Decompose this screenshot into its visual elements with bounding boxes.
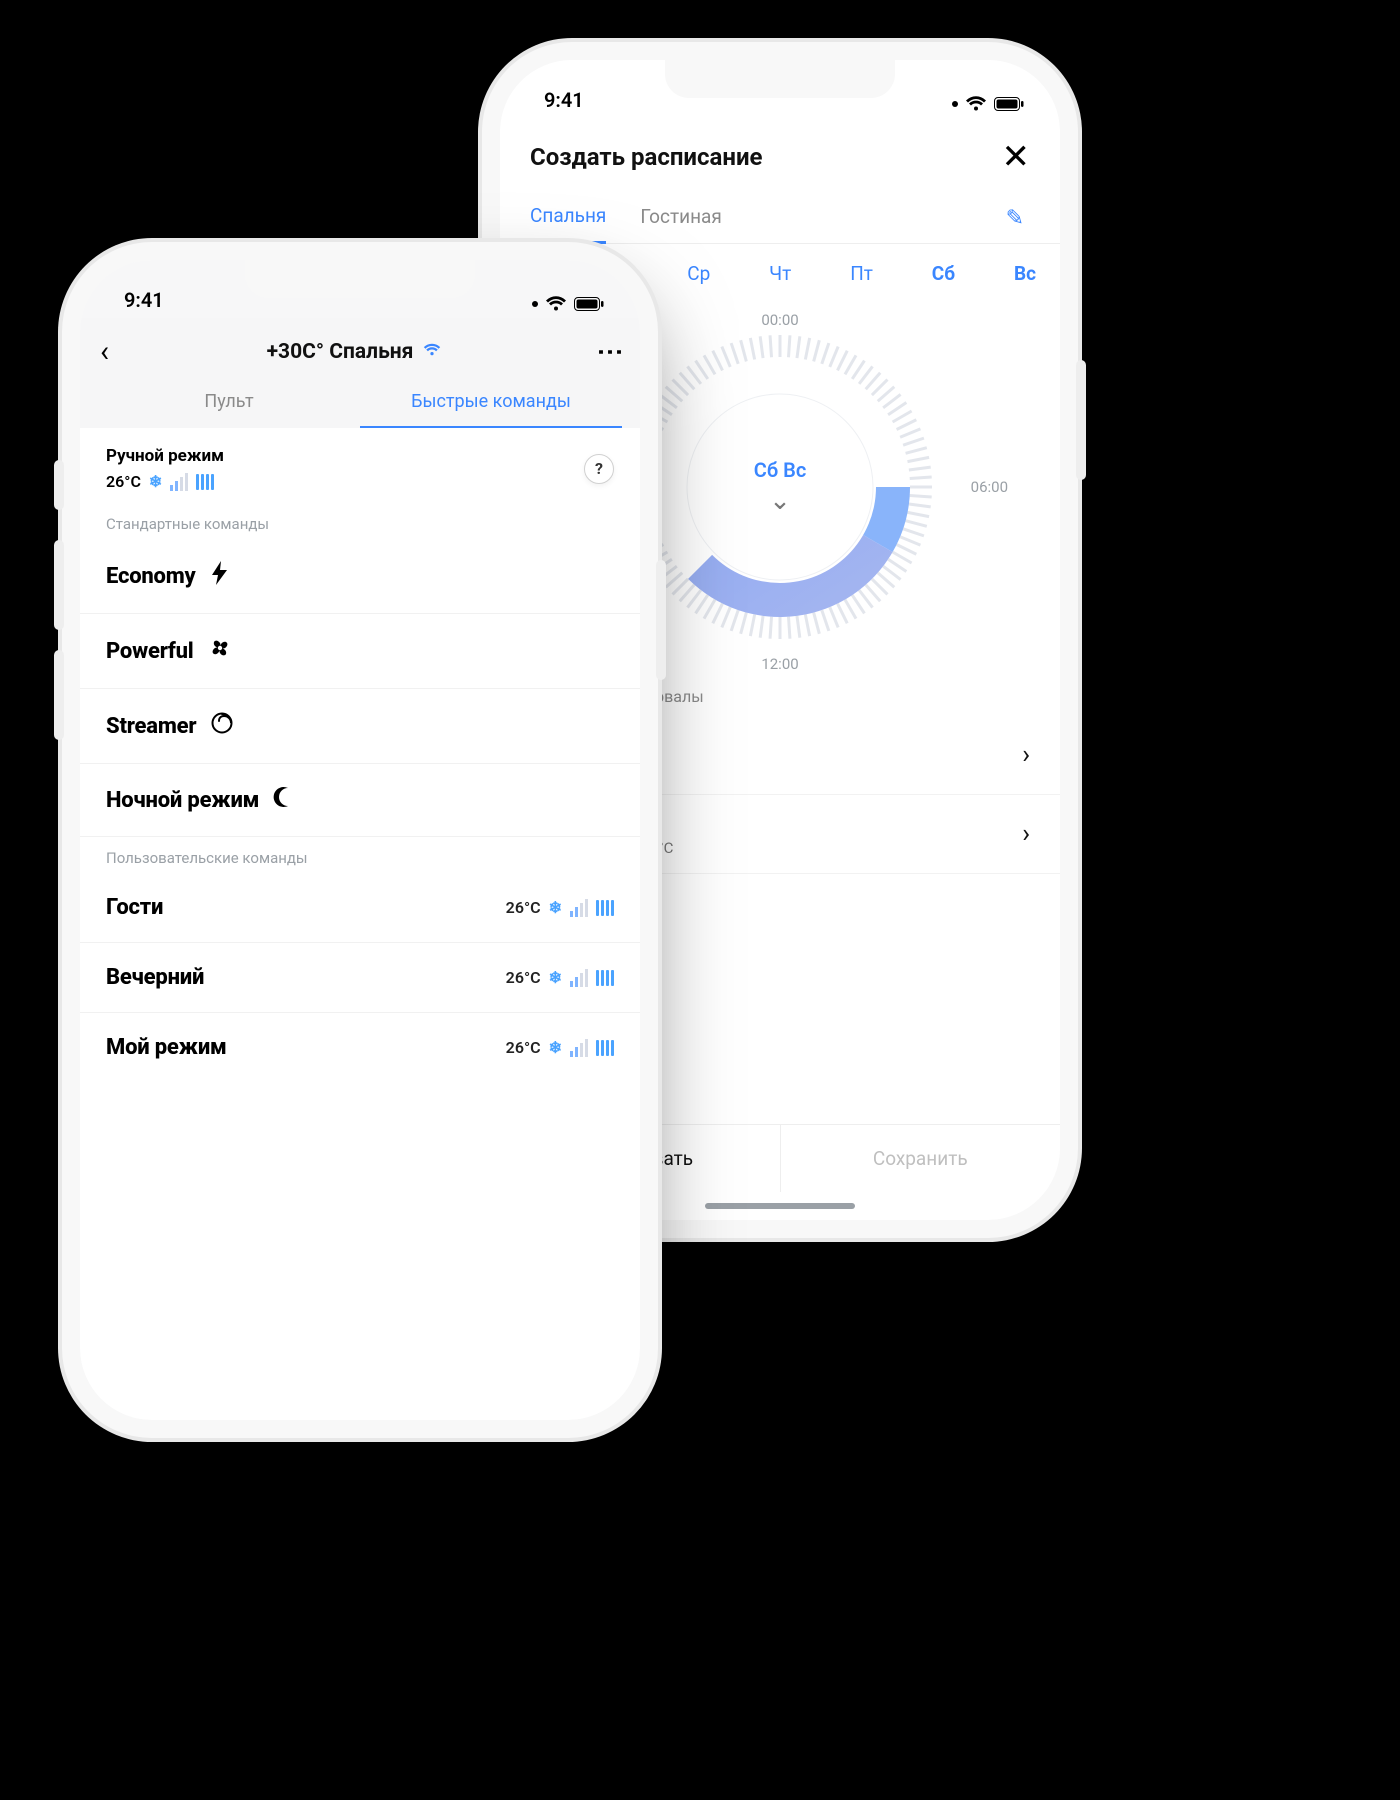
- wifi-icon: [965, 96, 987, 112]
- page-title: Создать расписание: [530, 143, 763, 171]
- fan-speed-icon: [570, 969, 588, 987]
- tab-bedroom[interactable]: Спальня: [530, 194, 606, 244]
- snowflake-icon: ❄: [549, 1038, 562, 1057]
- louver-icon: [596, 970, 614, 986]
- status-icons: [952, 96, 1024, 112]
- status-icons: [532, 296, 604, 312]
- cmd-myprofile[interactable]: Мой режим 26°C ❄: [80, 1013, 640, 1082]
- wifi-small-icon: [423, 341, 441, 362]
- tab-quick-commands[interactable]: Быстрые команды: [360, 379, 622, 428]
- cmd-guests[interactable]: Гости 26°C ❄: [80, 873, 640, 943]
- cmd-economy[interactable]: Economy: [80, 539, 640, 614]
- bolt-icon: [210, 561, 230, 591]
- day-wed[interactable]: Ср: [687, 262, 710, 285]
- edit-icon[interactable]: ✎: [1000, 200, 1030, 237]
- mode-tabs: Пульт Быстрые команды: [98, 379, 622, 428]
- battery-icon: [574, 297, 604, 311]
- chevron-down-icon: ⌄: [754, 486, 807, 516]
- chevron-right-icon: ›: [1022, 819, 1030, 849]
- snowflake-icon: ❄: [149, 472, 162, 491]
- manual-mode-title: Ручной режим: [106, 446, 224, 466]
- louver-icon: [196, 474, 214, 490]
- more-icon[interactable]: ⋮: [599, 339, 620, 365]
- tab-livingroom[interactable]: Гостиная: [640, 195, 721, 242]
- cmd-streamer[interactable]: Streamer: [80, 689, 640, 764]
- cmd-powerful[interactable]: Powerful: [80, 614, 640, 689]
- wifi-icon: [545, 296, 567, 312]
- dial-label-right: 06:00: [971, 478, 1008, 496]
- section-standard: Стандартные команды: [80, 503, 640, 539]
- snowflake-icon: ❄: [549, 968, 562, 987]
- fan-icon: [208, 636, 232, 666]
- swirl-icon: [210, 711, 234, 741]
- tab-remote[interactable]: Пульт: [98, 379, 360, 428]
- fan-speed-icon: [170, 473, 188, 491]
- dial-label-top: 00:00: [761, 311, 798, 329]
- manual-mode-detail: 26°C ❄: [106, 472, 224, 491]
- status-time: 9:41: [124, 288, 164, 312]
- dial-center[interactable]: Сб Вс ⌄: [754, 458, 807, 516]
- cmd-detail: 26°C ❄: [506, 1038, 614, 1057]
- manual-mode-block: Ручной режим 26°C ❄ ?: [80, 428, 640, 503]
- day-fri[interactable]: Пт: [850, 262, 873, 285]
- cmd-evening[interactable]: Вечерний 26°C ❄: [80, 943, 640, 1013]
- close-icon[interactable]: ✕: [1002, 140, 1031, 174]
- status-time: 9:41: [544, 88, 584, 112]
- fan-speed-icon: [570, 1039, 588, 1057]
- help-button[interactable]: ?: [584, 454, 614, 484]
- chevron-right-icon: ›: [1022, 740, 1030, 770]
- day-sat[interactable]: Сб: [932, 262, 955, 285]
- room-tabs: Спальня Гостиная ✎: [500, 194, 1060, 244]
- section-user: Пользовательские команды: [80, 837, 640, 873]
- battery-icon: [994, 97, 1024, 111]
- moon-icon: [273, 786, 295, 814]
- cmd-detail: 26°C ❄: [506, 898, 614, 917]
- page-title: +30C° Спальня: [119, 340, 589, 364]
- day-thu[interactable]: Чт: [769, 262, 791, 285]
- louver-icon: [596, 900, 614, 916]
- cmd-night[interactable]: Ночной режим: [80, 764, 640, 837]
- dial-label-bottom: 12:00: [761, 655, 798, 673]
- cmd-detail: 26°C ❄: [506, 968, 614, 987]
- day-sun[interactable]: Вс: [1014, 262, 1036, 285]
- save-button[interactable]: Сохранить: [781, 1125, 1061, 1192]
- back-icon[interactable]: ‹: [100, 334, 109, 369]
- phone-commands: 9:41 ‹ +30C° Спальня ⋮: [80, 260, 640, 1420]
- louver-icon: [596, 1040, 614, 1056]
- snowflake-icon: ❄: [549, 898, 562, 917]
- fan-speed-icon: [570, 899, 588, 917]
